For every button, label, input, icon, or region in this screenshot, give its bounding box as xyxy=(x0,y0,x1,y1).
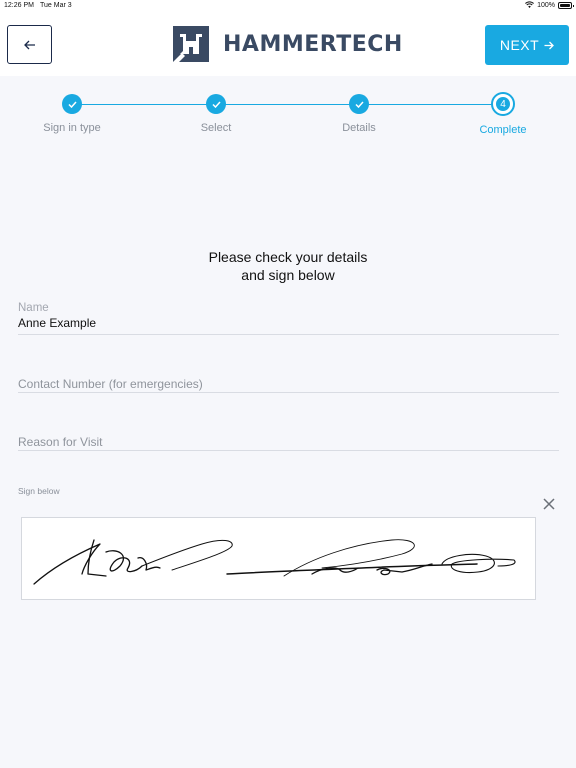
wifi-icon xyxy=(525,1,535,8)
contact-number-field[interactable]: Contact Number (for emergencies) xyxy=(18,377,559,393)
stepper-line xyxy=(72,104,504,105)
arrow-right-icon xyxy=(544,41,555,49)
arrow-left-icon xyxy=(23,40,35,49)
progress-stepper: Sign in type Select Details 4 Complete xyxy=(0,88,576,138)
next-button[interactable]: NEXT xyxy=(485,25,569,65)
step-label: Complete xyxy=(479,124,527,136)
step-label: Select xyxy=(200,122,232,134)
reason-for-visit-field[interactable]: Reason for Visit xyxy=(18,435,559,451)
reason-for-visit-placeholder: Reason for Visit xyxy=(18,435,103,449)
next-label: NEXT xyxy=(499,37,540,53)
step-label: Details xyxy=(342,122,376,134)
name-field[interactable]: Name Anne Example xyxy=(18,302,559,335)
step-number-badge: 4 xyxy=(491,92,515,116)
instructions-line-1: Please check your details xyxy=(208,249,368,265)
step-select: Select xyxy=(156,94,276,134)
app-header: HAMMERTECH NEXT xyxy=(0,12,576,76)
step-sign-in-type: Sign in type xyxy=(12,94,132,134)
check-icon xyxy=(349,94,369,114)
signature-pad[interactable] xyxy=(21,517,536,600)
back-button[interactable] xyxy=(7,25,52,64)
check-icon xyxy=(62,94,82,114)
step-details: Details xyxy=(299,94,419,134)
name-field-value[interactable]: Anne Example xyxy=(18,316,559,330)
status-bar: 12:26 PM Tue Mar 3 100% xyxy=(0,0,576,12)
step-label: Sign in type xyxy=(43,122,101,134)
logo-mark-icon xyxy=(173,26,209,62)
signature-drawing xyxy=(33,539,516,585)
instructions-text: Please check your details and sign below xyxy=(0,248,576,284)
instructions-line-2: and sign below xyxy=(241,267,335,283)
status-date: Tue Mar 3 xyxy=(40,2,72,9)
hammertech-logo: HAMMERTECH xyxy=(173,26,403,62)
name-field-label: Name xyxy=(18,302,49,314)
battery-percent: 100% xyxy=(537,1,555,9)
close-icon[interactable] xyxy=(542,497,556,511)
contact-number-placeholder: Contact Number (for emergencies) xyxy=(18,377,203,391)
status-right: 100% xyxy=(525,1,574,9)
battery-icon xyxy=(558,1,574,9)
sign-below-label: Sign below xyxy=(18,486,60,496)
logo-text: HAMMERTECH xyxy=(223,31,403,57)
step-complete: 4 Complete xyxy=(443,92,563,136)
check-icon xyxy=(206,94,226,114)
step-number: 4 xyxy=(495,96,511,112)
status-time: 12:26 PM xyxy=(4,2,34,9)
